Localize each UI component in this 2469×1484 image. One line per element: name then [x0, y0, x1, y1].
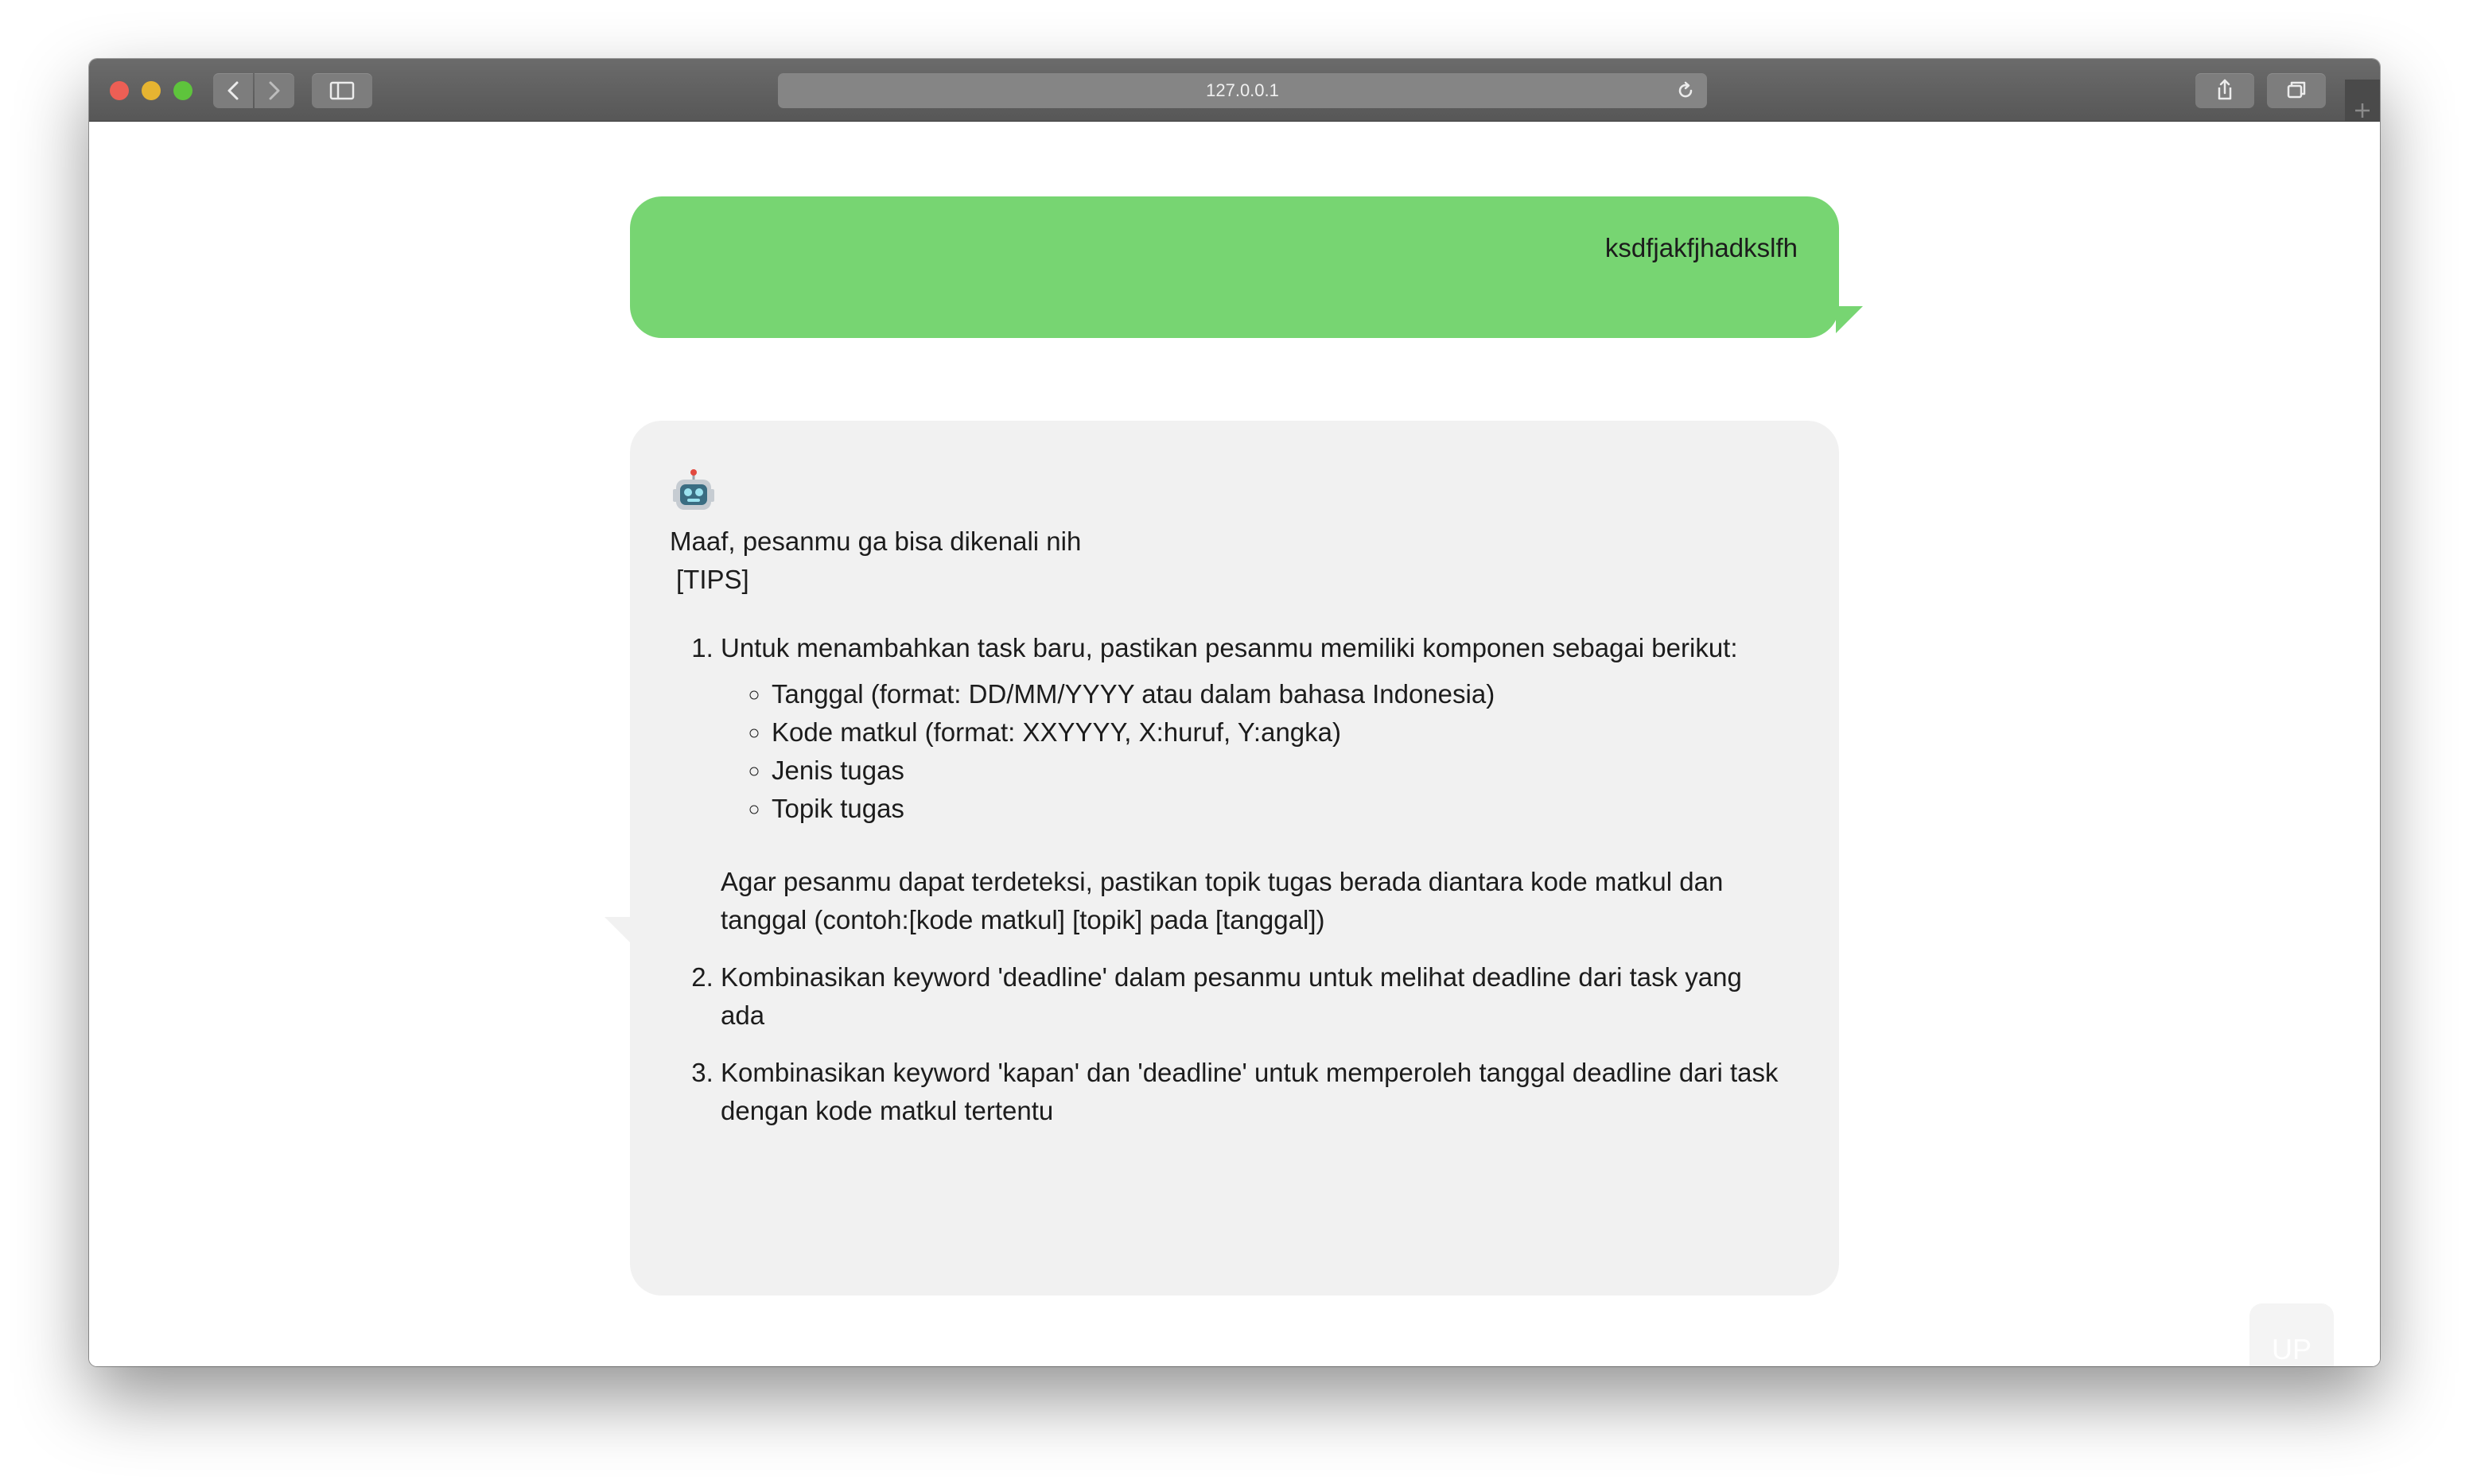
- browser-window: 127.0.0.1 ksdfjakfjhadkslfh Maaf, pesanm…: [89, 59, 2380, 1366]
- chat-page: ksdfjakfjhadkslfh Maaf, pesanmu ga bisa …: [89, 122, 2380, 1366]
- tip-note: Agar pesanmu dapat terdeteksi, pastikan …: [721, 867, 1724, 934]
- tip-item: Kombinasikan keyword 'kapan' dan 'deadli…: [721, 1054, 1787, 1130]
- reload-icon[interactable]: [1675, 80, 1696, 101]
- component-item: Kode matkul (format: XXYYYY, X:huruf, Y:…: [772, 713, 1787, 752]
- bot-message-bubble: Maaf, pesanmu ga bisa dikenali nih [TIPS…: [630, 421, 1839, 1296]
- robot-icon: [673, 469, 714, 510]
- browser-toolbar: 127.0.0.1: [89, 59, 2380, 122]
- component-item: Jenis tugas: [772, 752, 1787, 790]
- forward-button[interactable]: [255, 73, 294, 108]
- plus-icon: [2355, 103, 2370, 118]
- share-button[interactable]: [2195, 73, 2254, 108]
- tips-list: Untuk menambahkan task baru, pastikan pe…: [670, 629, 1787, 1130]
- bot-intro-text: Maaf, pesanmu ga bisa dikenali nih: [670, 526, 1082, 556]
- share-icon: [2218, 79, 2232, 100]
- close-window-button[interactable]: [110, 81, 129, 100]
- tabs-icon: [2287, 81, 2306, 99]
- required-components-list: Tanggal (format: DD/MM/YYYY atau dalam b…: [721, 675, 1787, 828]
- zoom-window-button[interactable]: [173, 81, 192, 100]
- url-text: 127.0.0.1: [1206, 80, 1279, 100]
- new-tab-button[interactable]: [2345, 80, 2380, 121]
- tip-item: Kombinasikan keyword 'deadline' dalam pe…: [721, 958, 1787, 1035]
- user-message-text: ksdfjakfjhadkslfh: [1604, 233, 1798, 262]
- component-item: Topik tugas: [772, 790, 1787, 828]
- component-item: Tanggal (format: DD/MM/YYYY atau dalam b…: [772, 675, 1787, 713]
- sidebar-toggle-button[interactable]: [312, 73, 372, 108]
- desktop-background: 127.0.0.1 ksdfjakfjhadkslfh Maaf, pesanm…: [0, 0, 2469, 1484]
- sidebar-icon: [329, 81, 355, 100]
- chevron-right-icon: [269, 81, 280, 100]
- tips-label: [TIPS]: [676, 565, 749, 594]
- scroll-up-button[interactable]: UP: [2249, 1303, 2334, 1366]
- bot-bubble-tail: [605, 917, 632, 944]
- address-bar[interactable]: 127.0.0.1: [778, 73, 1707, 108]
- chevron-left-icon: [227, 81, 239, 100]
- tab-overview-button[interactable]: [2267, 73, 2326, 108]
- tip-text: Untuk menambahkan task baru, pastikan pe…: [721, 633, 1738, 662]
- minimize-window-button[interactable]: [142, 81, 161, 100]
- user-bubble-tail: [1836, 306, 1863, 333]
- tip-item: Untuk menambahkan task baru, pastikan pe…: [721, 629, 1787, 939]
- back-button[interactable]: [213, 73, 253, 108]
- user-message-bubble: ksdfjakfjhadkslfh: [630, 196, 1839, 338]
